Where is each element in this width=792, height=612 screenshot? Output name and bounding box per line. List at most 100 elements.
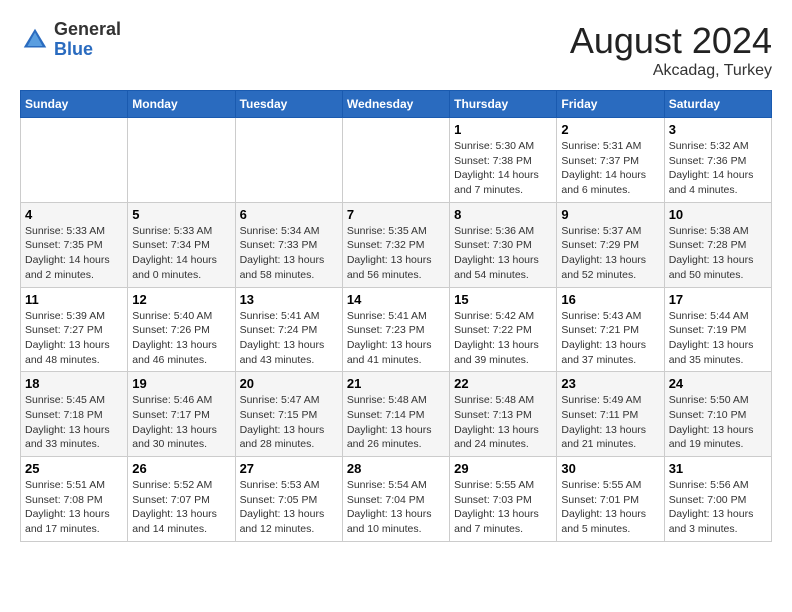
day-cell: 27 Sunrise: 5:53 AM Sunset: 7:05 PM Dayli… [235,457,342,542]
day-info: Sunrise: 5:39 AM Sunset: 7:27 PM Dayligh… [25,309,123,368]
day-cell: 22 Sunrise: 5:48 AM Sunset: 7:13 PM Dayli… [450,372,557,457]
day-info: Sunrise: 5:50 AM Sunset: 7:10 PM Dayligh… [669,393,767,452]
day-cell: 11 Sunrise: 5:39 AM Sunset: 7:27 PM Dayli… [21,287,128,372]
weekday-header-monday: Monday [128,91,235,118]
title-block: August 2024 Akcadag, Turkey [570,20,772,80]
day-cell: 5Sunrise: 5:33 AM Sunset: 7:34 PM Daylig… [128,202,235,287]
day-number: 15 [454,292,552,307]
day-number: 20 [240,376,338,391]
month-year: August 2024 [570,20,772,62]
day-info: Sunrise: 5:44 AM Sunset: 7:19 PM Dayligh… [669,309,767,368]
day-info: Sunrise: 5:31 AM Sunset: 7:37 PM Dayligh… [561,139,659,198]
day-info: Sunrise: 5:30 AM Sunset: 7:38 PM Dayligh… [454,139,552,198]
logo: General Blue [20,20,121,60]
weekday-header-thursday: Thursday [450,91,557,118]
day-number: 29 [454,461,552,476]
day-info: Sunrise: 5:56 AM Sunset: 7:00 PM Dayligh… [669,478,767,537]
day-info: Sunrise: 5:53 AM Sunset: 7:05 PM Dayligh… [240,478,338,537]
day-cell: 21 Sunrise: 5:48 AM Sunset: 7:14 PM Dayli… [342,372,449,457]
day-info: Sunrise: 5:51 AM Sunset: 7:08 PM Dayligh… [25,478,123,537]
weekday-header-sunday: Sunday [21,91,128,118]
day-cell: 4 Sunrise: 5:33 AM Sunset: 7:35 PM Daylig… [21,202,128,287]
day-cell: 19 Sunrise: 5:46 AM Sunset: 7:17 PM Dayli… [128,372,235,457]
day-info: Sunrise: 5:38 AM Sunset: 7:28 PM Dayligh… [669,224,767,283]
day-info: Sunrise: 5:40 AM Sunset: 7:26 PM Dayligh… [132,309,230,368]
day-info: Sunrise: 5:33 AM Sunset: 7:35 PM Dayligh… [25,224,123,283]
day-info: Sunrise: 5:48 AM Sunset: 7:13 PM Dayligh… [454,393,552,452]
day-info: Sunrise: 5:52 AM Sunset: 7:07 PM Dayligh… [132,478,230,537]
day-number: 18 [25,376,123,391]
weekday-header-wednesday: Wednesday [342,91,449,118]
day-info: Sunrise: 5:36 AM Sunset: 7:30 PM Dayligh… [454,224,552,283]
day-number: 19 [132,376,230,391]
day-number: 6 [240,207,338,222]
day-number: 1 [454,122,552,137]
logo-text: General Blue [54,20,121,60]
day-number: 25 [25,461,123,476]
day-number: 27 [240,461,338,476]
day-cell: 14Sunrise: 5:41 AM Sunset: 7:23 PM Dayli… [342,287,449,372]
day-info: Sunrise: 5:45 AM Sunset: 7:18 PM Dayligh… [25,393,123,452]
day-cell: 3Sunrise: 5:32 AM Sunset: 7:36 PM Daylig… [664,118,771,203]
day-cell: 31 Sunrise: 5:56 AM Sunset: 7:00 PM Dayli… [664,457,771,542]
day-number: 9 [561,207,659,222]
logo-icon [20,25,50,55]
weekday-header-friday: Friday [557,91,664,118]
day-number: 23 [561,376,659,391]
day-cell: 15 Sunrise: 5:42 AM Sunset: 7:22 PM Dayli… [450,287,557,372]
day-info: Sunrise: 5:35 AM Sunset: 7:32 PM Dayligh… [347,224,445,283]
day-number: 12 [132,292,230,307]
day-number: 22 [454,376,552,391]
weekday-header-tuesday: Tuesday [235,91,342,118]
day-number: 30 [561,461,659,476]
day-cell [128,118,235,203]
day-cell: 13 Sunrise: 5:41 AM Sunset: 7:24 PM Dayli… [235,287,342,372]
week-row-3: 11 Sunrise: 5:39 AM Sunset: 7:27 PM Dayli… [21,287,772,372]
day-number: 31 [669,461,767,476]
day-info: Sunrise: 5:41 AM Sunset: 7:23 PM Dayligh… [347,309,445,368]
day-number: 10 [669,207,767,222]
day-info: Sunrise: 5:55 AM Sunset: 7:03 PM Dayligh… [454,478,552,537]
week-row-5: 25 Sunrise: 5:51 AM Sunset: 7:08 PM Dayli… [21,457,772,542]
weekday-header-saturday: Saturday [664,91,771,118]
day-info: Sunrise: 5:48 AM Sunset: 7:14 PM Dayligh… [347,393,445,452]
day-cell: 25 Sunrise: 5:51 AM Sunset: 7:08 PM Dayli… [21,457,128,542]
day-cell: 10 Sunrise: 5:38 AM Sunset: 7:28 PM Dayli… [664,202,771,287]
day-info: Sunrise: 5:54 AM Sunset: 7:04 PM Dayligh… [347,478,445,537]
day-cell: 28 Sunrise: 5:54 AM Sunset: 7:04 PM Dayli… [342,457,449,542]
weekday-header-row: SundayMondayTuesdayWednesdayThursdayFrid… [21,91,772,118]
day-cell: 30Sunrise: 5:55 AM Sunset: 7:01 PM Dayli… [557,457,664,542]
day-cell: 16Sunrise: 5:43 AM Sunset: 7:21 PM Dayli… [557,287,664,372]
day-cell: 9Sunrise: 5:37 AM Sunset: 7:29 PM Daylig… [557,202,664,287]
day-cell: 1 Sunrise: 5:30 AM Sunset: 7:38 PM Daylig… [450,118,557,203]
page-header: General Blue August 2024 Akcadag, Turkey [20,20,772,80]
day-cell: 29 Sunrise: 5:55 AM Sunset: 7:03 PM Dayli… [450,457,557,542]
day-info: Sunrise: 5:41 AM Sunset: 7:24 PM Dayligh… [240,309,338,368]
day-info: Sunrise: 5:46 AM Sunset: 7:17 PM Dayligh… [132,393,230,452]
day-number: 21 [347,376,445,391]
day-cell: 6Sunrise: 5:34 AM Sunset: 7:33 PM Daylig… [235,202,342,287]
week-row-1: 1 Sunrise: 5:30 AM Sunset: 7:38 PM Daylig… [21,118,772,203]
day-info: Sunrise: 5:43 AM Sunset: 7:21 PM Dayligh… [561,309,659,368]
calendar: SundayMondayTuesdayWednesdayThursdayFrid… [20,90,772,542]
day-info: Sunrise: 5:42 AM Sunset: 7:22 PM Dayligh… [454,309,552,368]
day-number: 2 [561,122,659,137]
day-cell [342,118,449,203]
day-cell: 24Sunrise: 5:50 AM Sunset: 7:10 PM Dayli… [664,372,771,457]
day-number: 26 [132,461,230,476]
day-cell: 2 Sunrise: 5:31 AM Sunset: 7:37 PM Daylig… [557,118,664,203]
logo-general: General [54,20,121,40]
day-number: 4 [25,207,123,222]
day-cell [235,118,342,203]
day-number: 8 [454,207,552,222]
day-cell: 18 Sunrise: 5:45 AM Sunset: 7:18 PM Dayli… [21,372,128,457]
day-cell [21,118,128,203]
day-number: 13 [240,292,338,307]
day-number: 11 [25,292,123,307]
day-number: 7 [347,207,445,222]
day-cell: 7 Sunrise: 5:35 AM Sunset: 7:32 PM Daylig… [342,202,449,287]
logo-blue: Blue [54,40,121,60]
location: Akcadag, Turkey [570,62,772,80]
day-number: 28 [347,461,445,476]
day-number: 5 [132,207,230,222]
